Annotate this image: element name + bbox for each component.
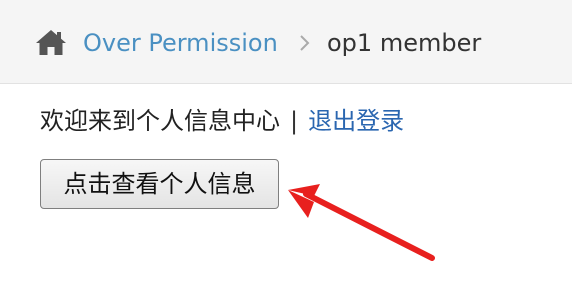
breadcrumb-bar: Over Permission op1 member — [0, 0, 572, 84]
breadcrumb-current: op1 member — [327, 29, 482, 57]
welcome-text: 欢迎来到个人信息中心 — [40, 107, 280, 135]
arrow-shaft — [303, 191, 435, 261]
home-icon[interactable] — [34, 28, 68, 56]
breadcrumb-link[interactable]: Over Permission — [83, 27, 278, 59]
red-arrow-annotation — [288, 184, 435, 261]
chevron-right-icon — [300, 35, 310, 51]
divider: | — [290, 107, 299, 135]
view-personal-info-button[interactable]: 点击查看个人信息 — [40, 159, 279, 209]
logout-link[interactable]: 退出登录 — [308, 107, 404, 135]
welcome-row: 欢迎来到个人信息中心 | 退出登录 — [40, 103, 404, 139]
